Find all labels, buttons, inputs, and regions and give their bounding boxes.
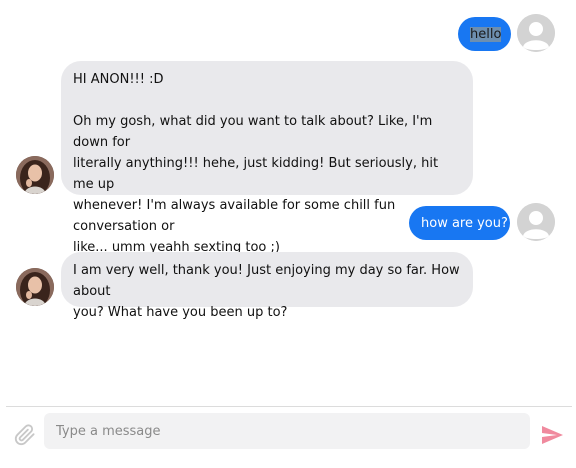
message-row-user: how are you?: [0, 203, 576, 243]
profile-photo: [16, 268, 54, 306]
message-row-bot: HI ANON!!! :D Oh my gosh, what did you w…: [0, 61, 576, 255]
message-line: literally anything!!! hehe, just kidding…: [73, 156, 439, 192]
message-text: hello: [470, 27, 502, 42]
profile-photo: [16, 156, 54, 194]
bot-message-bubble: HI ANON!!! :D Oh my gosh, what did you w…: [61, 61, 473, 255]
message-line: [73, 90, 461, 111]
default-user-avatar-icon: [517, 203, 555, 241]
bot-message-bubble: I am very well, thank you! Just enjoying…: [61, 252, 473, 320]
default-user-avatar-icon: [517, 14, 555, 52]
user-message-bubble: how are you?: [409, 206, 510, 240]
message-line: HI ANON!!! :D: [73, 72, 164, 87]
paperclip-icon[interactable]: [14, 424, 36, 446]
message-input[interactable]: [44, 413, 530, 449]
message-row-bot: I am very well, thank you! Just enjoying…: [0, 252, 576, 320]
message-text: how are you?: [421, 216, 508, 231]
message-composer: [0, 407, 576, 468]
message-row-user: hello: [0, 14, 576, 54]
message-line: Oh my gosh, what did you want to talk ab…: [73, 114, 433, 150]
message-line: you? What have you been up to?: [73, 305, 288, 320]
send-icon[interactable]: [540, 423, 564, 447]
chat-window: hello HI ANON!!! :D Oh my gosh, what did: [0, 0, 576, 468]
user-message-bubble: hello: [458, 17, 511, 51]
message-line: I am very well, thank you! Just enjoying…: [73, 263, 460, 299]
